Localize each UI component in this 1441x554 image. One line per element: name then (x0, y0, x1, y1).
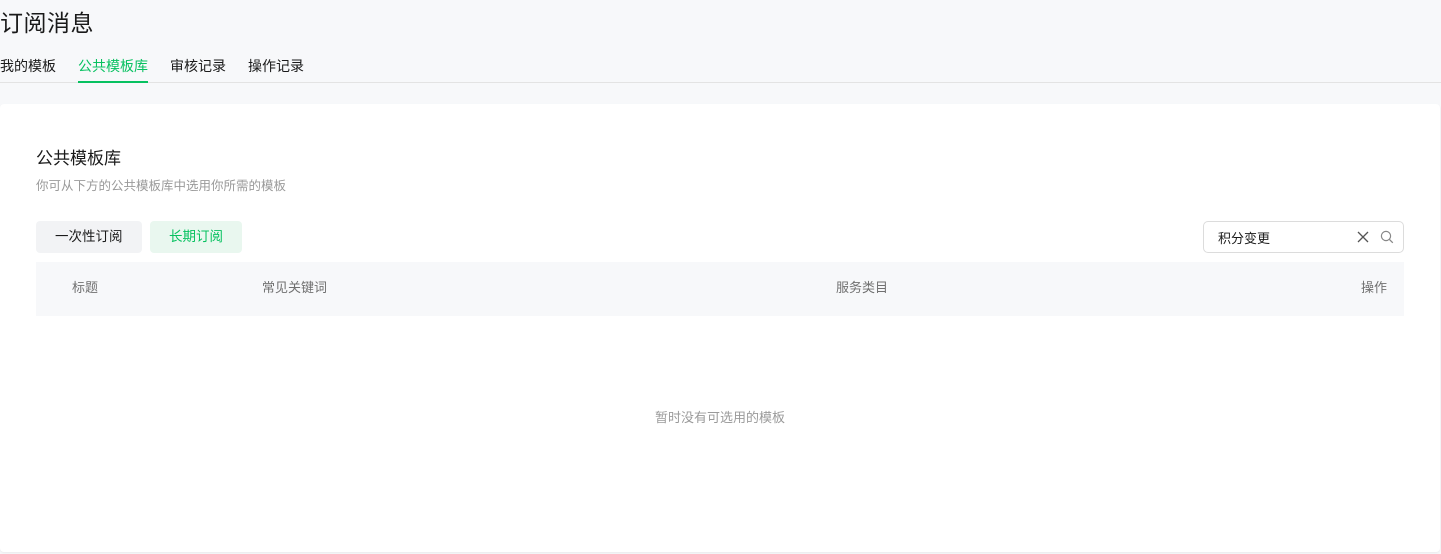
close-icon[interactable] (1356, 230, 1370, 244)
tab-review-records[interactable]: 审核记录 (170, 52, 226, 82)
page-title: 订阅消息 (0, 11, 94, 37)
search-icon[interactable] (1380, 230, 1394, 244)
library-card: 公共模板库 你可从下方的公共模板库中选用你所需的模板 一次性订阅 长期订阅 标题… (0, 104, 1440, 552)
section-description: 你可从下方的公共模板库中选用你所需的模板 (36, 178, 287, 193)
column-header-actions: 操作 (1360, 281, 1387, 296)
section-title: 公共模板库 (36, 149, 121, 169)
long-term-subscription-button[interactable]: 长期订阅 (150, 221, 242, 253)
search-input[interactable] (1218, 222, 1348, 252)
tab-operation-records[interactable]: 操作记录 (248, 52, 304, 82)
column-header-category: 服务类目 (836, 281, 889, 296)
empty-state-text: 暂时没有可选用的模板 (654, 411, 785, 426)
tab-my-templates[interactable]: 我的模板 (0, 52, 56, 82)
table-header: 标题 常见关键词 服务类目 操作 (36, 262, 1404, 316)
column-header-title: 标题 (72, 281, 99, 296)
one-time-subscription-button[interactable]: 一次性订阅 (36, 221, 142, 253)
column-header-keywords: 常见关键词 (262, 281, 328, 296)
tab-public-library[interactable]: 公共模板库 (78, 52, 148, 83)
search-box (1203, 221, 1404, 253)
tab-bar: 我的模板 公共模板库 审核记录 操作记录 (0, 52, 1441, 83)
